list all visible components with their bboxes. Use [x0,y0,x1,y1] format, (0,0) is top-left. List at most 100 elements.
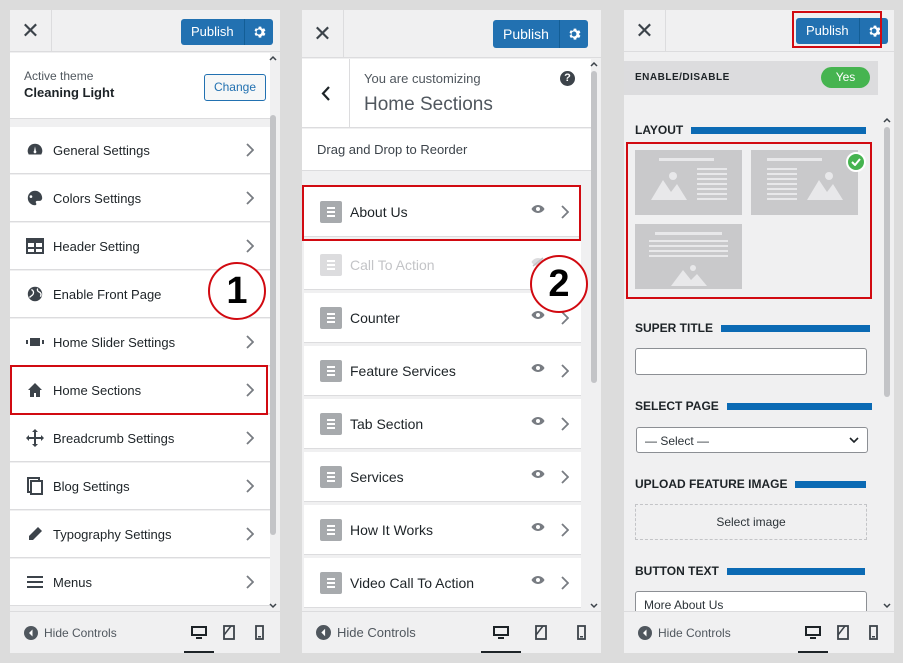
customizer-footer: Hide Controls [302,611,601,653]
eye-icon[interactable] [531,360,545,376]
document-icon [25,476,45,496]
drag-handle-icon[interactable] [320,412,342,435]
menu-item-label: Typography Settings [53,526,172,542]
section-item-label: Video Call To Action [350,574,475,591]
section-item-label: Feature Services [350,362,456,379]
section-item-tab-section[interactable]: Tab Section [304,399,581,449]
chevron-right-icon [561,470,570,487]
gear-icon[interactable] [560,20,588,48]
eye-icon[interactable] [531,466,545,482]
scroll-down-icon[interactable] [883,603,891,609]
upload-feature-image-label: UPLOAD FEATURE IMAGE [635,477,867,491]
chevron-right-icon [561,417,570,434]
highlight-about-us [302,185,581,241]
tablet-preview-icon[interactable] [521,612,561,654]
scroll-down-icon[interactable] [590,603,598,609]
chevron-right-icon [246,527,255,544]
eye-icon[interactable] [531,307,545,323]
publish-label[interactable]: Publish [181,19,245,45]
desktop-preview-icon[interactable] [481,612,521,653]
tablet-preview-icon[interactable] [828,612,858,654]
chevron-right-icon [246,575,255,592]
scrollbar[interactable] [589,59,599,611]
tablet-preview-icon[interactable] [214,612,244,654]
section-item-label: Counter [350,309,400,326]
mobile-preview-icon[interactable] [858,612,888,654]
publish-label[interactable]: Publish [493,20,560,48]
sidebar-item-blog-settings[interactable]: Blog Settings [10,463,270,510]
callout-step-1: 1 [208,262,266,320]
publish-button[interactable]: Publish [493,20,588,48]
sidebar-item-general-settings[interactable]: General Settings [10,127,270,174]
scrollbar-thumb[interactable] [591,71,597,383]
chevron-right-icon [561,523,570,540]
scrollbar[interactable] [268,53,278,611]
close-icon[interactable]: ✕ [624,10,666,52]
drag-handle-icon[interactable] [320,306,342,329]
enable-toggle[interactable]: Yes [821,67,870,88]
hide-controls-button[interactable]: Hide Controls [624,625,798,640]
drag-handle-icon[interactable] [320,465,342,488]
eye-icon[interactable] [531,413,545,429]
scrollbar[interactable] [882,115,892,611]
desktop-preview-icon[interactable] [798,612,828,653]
section-item-how-it-works[interactable]: How It Works [304,505,581,555]
section-item-services[interactable]: Services [304,452,581,502]
sidebar-item-colors-settings[interactable]: Colors Settings [10,175,270,222]
drag-handle-icon[interactable] [320,518,342,541]
chevron-right-icon [246,143,255,160]
drag-handle-icon[interactable] [320,571,342,594]
hide-controls-button[interactable]: Hide Controls [302,625,481,640]
customizer-header: ✕ Publish [302,10,601,58]
sidebar-item-breadcrumb-settings[interactable]: Breadcrumb Settings [10,415,270,462]
move-icon [25,428,45,448]
scroll-up-icon[interactable] [269,55,277,61]
section-item-video-call-to-action[interactable]: Video Call To Action [304,558,581,608]
hide-controls-button[interactable]: Hide Controls [10,625,184,640]
customizer-footer: Hide Controls [624,611,894,653]
scroll-down-icon[interactable] [269,603,277,609]
collapse-icon [638,625,652,640]
layout-title: LAYOUT [635,123,867,137]
customizer-panel-about-us: ✕ Publish ENABLE/DISABLE Yes LAYOUT SUPE… [624,10,894,653]
customizer-header: ✕ Publish [10,10,280,52]
scroll-up-icon[interactable] [590,61,598,67]
sidebar-item-typography-settings[interactable]: Typography Settings [10,511,270,558]
mobile-preview-icon[interactable] [561,612,601,654]
gear-icon[interactable] [245,19,273,45]
button-text-title: BUTTON TEXT [635,564,719,578]
drag-handle-icon[interactable] [320,253,342,276]
section-item-feature-services[interactable]: Feature Services [304,346,581,396]
select-page-value: — Select — [645,434,710,448]
highlight-layout [626,142,872,299]
highlight-publish [792,11,882,48]
back-button[interactable] [302,59,350,127]
sidebar-item-home-slider-settings[interactable]: Home Slider Settings [10,319,270,366]
scrollbar-thumb[interactable] [884,127,890,397]
chevron-left-icon [321,85,330,101]
desktop-preview-icon[interactable] [184,612,214,653]
super-title-input[interactable] [635,348,867,375]
mobile-preview-icon[interactable] [244,612,274,654]
active-theme-label: Active theme [24,69,94,83]
eye-icon[interactable] [531,572,545,588]
eye-icon[interactable] [531,519,545,535]
section-divider [726,402,872,410]
select-page-dropdown[interactable]: — Select — [636,427,868,453]
close-icon[interactable]: ✕ [10,10,52,52]
sidebar-item-menus[interactable]: Menus [10,559,270,606]
palette-icon [25,188,45,208]
select-image-button[interactable]: Select image [635,504,867,540]
menu-item-label: Blog Settings [53,478,130,494]
help-icon[interactable]: ? [560,71,575,86]
publish-button[interactable]: Publish [181,19,273,45]
scrollbar-thumb[interactable] [270,115,276,535]
drag-handle-icon[interactable] [320,359,342,382]
button-text-label: BUTTON TEXT [635,564,865,578]
change-theme-button[interactable]: Change [203,74,266,101]
close-icon[interactable]: ✕ [302,10,344,58]
scroll-up-icon[interactable] [883,117,891,123]
section-divider [795,480,867,488]
enable-disable-label: ENABLE/DISABLE [635,72,730,83]
customizer-footer: Hide Controls [10,611,280,653]
